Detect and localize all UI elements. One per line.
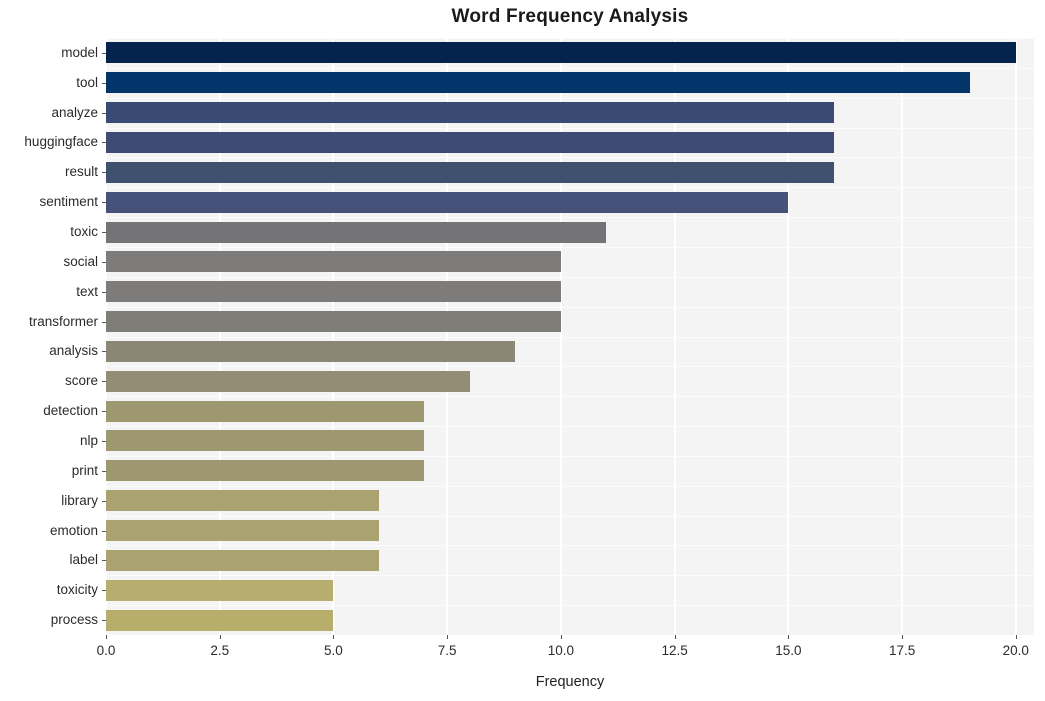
y-tick-label-toxic: toxic [70, 224, 98, 240]
x-axis: 0.0 2.5 5.0 7.5 10.0 12.5 15.0 17.5 20.0 [97, 635, 1034, 665]
y-tick-mark [102, 530, 106, 532]
x-tick-mark [560, 635, 562, 639]
x-tick-label-17.5: 17.5 [888, 643, 916, 658]
y-tick-mark [102, 142, 106, 144]
bar-print[interactable] [106, 460, 425, 482]
plot-area [106, 38, 1034, 635]
y-tick-label-social: social [63, 253, 98, 269]
y-tick-mark [102, 202, 106, 204]
y-tick-label-detection: detection [43, 403, 98, 419]
y-tick-mark [102, 440, 106, 442]
bar-toxicity[interactable] [106, 579, 334, 601]
y-tick-mark [102, 590, 106, 592]
y-tick-label-print: print [71, 462, 98, 478]
y-tick-mark [102, 82, 106, 84]
bar-process[interactable] [106, 609, 334, 631]
y-tick-label-process: process [50, 612, 98, 628]
bars-layer [106, 38, 1034, 635]
x-tick-label-20.0: 20.0 [1002, 643, 1029, 658]
y-tick-label-text: text [76, 283, 98, 299]
y-tick-label-label: label [69, 552, 98, 568]
x-tick-mark [219, 635, 221, 639]
bar-transformer[interactable] [106, 311, 561, 333]
bar-huggingface[interactable] [106, 131, 834, 153]
y-tick-label-analysis: analysis [49, 343, 98, 359]
y-tick-mark [102, 620, 106, 622]
y-tick-mark [102, 321, 106, 323]
bar-social[interactable] [106, 251, 561, 273]
y-tick-mark [102, 500, 106, 502]
x-axis-label: Frequency [535, 674, 605, 690]
x-tick-label-5.0: 5.0 [324, 643, 343, 658]
y-tick-label-result: result [64, 164, 98, 180]
bar-emotion[interactable] [106, 520, 379, 542]
y-tick-mark [102, 381, 106, 383]
y-tick-label-emotion: emotion [49, 522, 98, 538]
y-tick-label-library: library [61, 492, 98, 508]
bar-model[interactable] [106, 42, 1016, 64]
x-tick-label-12.5: 12.5 [661, 643, 688, 658]
bar-text[interactable] [106, 281, 561, 303]
y-tick-label-tool: tool [76, 74, 98, 90]
x-tick-mark [1015, 635, 1017, 639]
x-tick-mark [902, 635, 904, 639]
y-tick-mark [102, 172, 106, 174]
y-tick-mark [102, 560, 106, 562]
x-tick-mark [447, 635, 449, 639]
y-tick-label-nlp: nlp [79, 432, 98, 448]
y-tick-mark [102, 112, 106, 114]
y-tick-mark [102, 351, 106, 353]
x-tick-label-7.5: 7.5 [437, 643, 457, 658]
bar-library[interactable] [106, 490, 379, 512]
chart-title: Word Frequency Analysis [451, 6, 689, 27]
x-tick-label-2.5: 2.5 [210, 643, 230, 658]
bar-sentiment[interactable] [106, 191, 789, 213]
y-tick-mark [102, 52, 106, 54]
y-tick-mark [102, 411, 106, 413]
bar-nlp[interactable] [106, 430, 425, 452]
y-axis: model tool analyze huggingface result sentime… [0, 38, 106, 635]
y-tick-mark [102, 470, 106, 472]
y-tick-label-sentiment: sentiment [39, 194, 98, 210]
x-tick-mark [788, 635, 790, 639]
bar-analysis[interactable] [106, 340, 516, 362]
y-tick-label-transformer: transformer [28, 313, 98, 329]
y-tick-label-huggingface: huggingface [24, 134, 98, 150]
x-tick-mark [674, 635, 676, 639]
y-tick-label-toxicity: toxicity [56, 582, 98, 598]
x-tick-label-15.0: 15.0 [775, 643, 802, 658]
bar-score[interactable] [106, 370, 470, 392]
y-tick-label-model: model [61, 44, 98, 60]
word-frequency-chart-figure: Word Frequency Analysis model tool analyze… [0, 0, 1045, 701]
y-tick-label-analyze: analyze [51, 104, 98, 120]
x-tick-mark [333, 635, 335, 639]
y-tick-label-score: score [64, 373, 98, 389]
bar-tool[interactable] [106, 72, 971, 94]
bar-analyze[interactable] [106, 102, 834, 124]
x-tick-label-0.0: 0.0 [96, 643, 116, 658]
y-tick-mark [102, 291, 106, 293]
y-tick-mark [102, 261, 106, 263]
y-tick-mark [102, 232, 106, 234]
bar-result[interactable] [106, 161, 834, 183]
x-tick-mark [106, 635, 107, 639]
x-tick-label-10.0: 10.0 [547, 643, 575, 658]
bar-detection[interactable] [106, 400, 425, 422]
bar-toxic[interactable] [106, 221, 607, 243]
bar-label[interactable] [106, 549, 379, 571]
